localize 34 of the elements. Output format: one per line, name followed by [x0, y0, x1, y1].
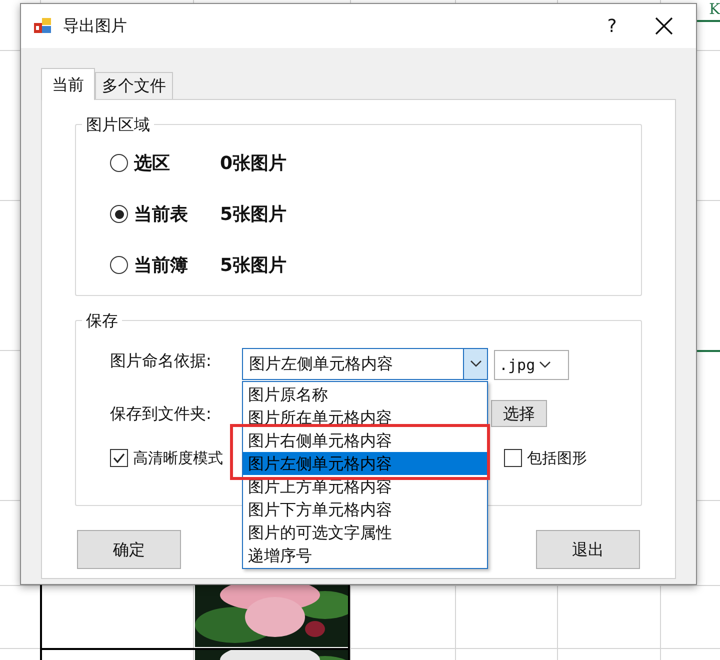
dropdown-option[interactable]: 递增序号: [243, 544, 487, 567]
tab[interactable]: 多个文件: [95, 72, 173, 99]
checkbox[interactable]: [110, 449, 128, 468]
checkbox-label: 包括图形: [527, 448, 587, 469]
chevron-down-icon: [539, 361, 552, 369]
help-button[interactable]: ?: [592, 6, 632, 46]
dropdown-option[interactable]: 图片左侧单元格内容: [243, 452, 487, 475]
image-count: 0张图片: [220, 152, 287, 176]
dialog-button[interactable]: 退出: [536, 530, 640, 569]
radio-button[interactable]: [110, 154, 128, 172]
choose-button[interactable]: 选择: [491, 400, 547, 427]
app-icon: [33, 16, 53, 36]
radio-label: 当前簿: [134, 254, 189, 278]
close-icon: [655, 17, 673, 35]
radio-label: 选区: [134, 152, 171, 176]
naming-combobox[interactable]: 图片左侧单元格内容: [242, 348, 488, 380]
tab[interactable]: 当前: [41, 68, 95, 100]
dropdown-option[interactable]: 图片下方单元格内容: [243, 498, 487, 521]
dropdown-option[interactable]: 图片右侧单元格内容: [243, 429, 487, 452]
folder-label: 保存到文件夹:: [110, 403, 212, 425]
radio-label: 当前表: [134, 202, 189, 226]
format-combobox[interactable]: .jpg: [494, 350, 569, 380]
window-title: 导出图片: [63, 15, 127, 37]
checkbox[interactable]: [504, 449, 522, 468]
dropdown-option[interactable]: 图片的可选文字属性: [243, 521, 487, 544]
chevron-down-icon: [470, 360, 482, 368]
radio-button[interactable]: [110, 205, 128, 223]
dropdown-option[interactable]: 图片原名称: [243, 383, 487, 406]
dialog-button[interactable]: 确定: [77, 530, 181, 569]
image-count: 5张图片: [220, 254, 287, 278]
naming-label: 图片命名依据:: [110, 350, 212, 372]
radio-button[interactable]: [110, 256, 128, 274]
checkbox-label: 高清晰度模式: [133, 448, 223, 469]
image-count: 5张图片: [220, 202, 287, 226]
